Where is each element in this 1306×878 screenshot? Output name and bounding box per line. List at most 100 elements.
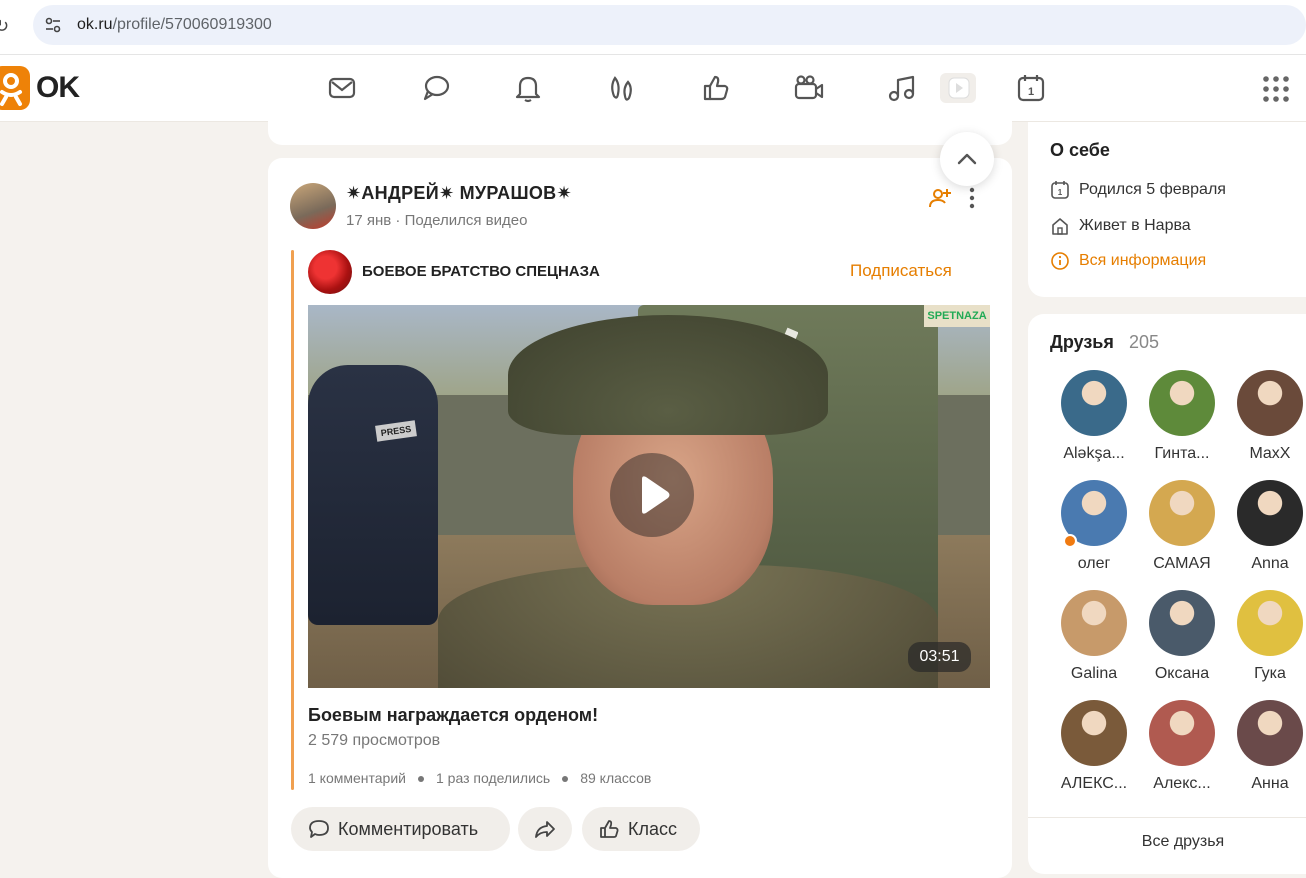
friend-item[interactable]: САМАЯ xyxy=(1138,480,1226,580)
friend-avatar[interactable] xyxy=(1061,590,1127,656)
ok-logo-icon[interactable] xyxy=(0,66,30,110)
author-avatar[interactable] xyxy=(290,183,336,229)
friend-avatar[interactable] xyxy=(1237,480,1303,546)
all-info-label: Вся информация xyxy=(1079,252,1207,269)
likes-icon[interactable] xyxy=(700,72,732,104)
url-path: /profile/570060919300 xyxy=(112,16,272,33)
group-avatar[interactable] xyxy=(308,250,352,294)
mail-icon[interactable] xyxy=(326,72,358,104)
notifications-icon[interactable] xyxy=(512,72,544,104)
discussions-icon[interactable] xyxy=(420,72,452,104)
friend-name[interactable]: Galina xyxy=(1050,664,1138,684)
all-friends-link[interactable]: Все друзья xyxy=(1028,832,1306,852)
guests-icon[interactable] xyxy=(606,72,638,104)
calendar-icon[interactable]: 1 xyxy=(1015,72,1047,104)
browser-address-bar: ↻ ok.ru/profile/570060919300 xyxy=(0,0,1306,55)
comment-icon xyxy=(309,820,329,838)
friends-count: 205 xyxy=(1129,332,1160,352)
share-button[interactable] xyxy=(518,807,572,851)
likes-count[interactable]: 89 классов xyxy=(580,770,651,786)
friend-name[interactable]: Оксана xyxy=(1138,664,1226,684)
friend-avatar[interactable] xyxy=(1149,370,1215,436)
post-action: Поделился видео xyxy=(404,212,528,229)
friend-item[interactable]: Гинта... xyxy=(1138,370,1226,470)
friend-item[interactable]: Гука xyxy=(1226,590,1306,690)
friend-item[interactable]: Оксана xyxy=(1138,590,1226,690)
video-frame-soldier xyxy=(398,315,938,688)
site-info-icon[interactable] xyxy=(43,15,63,35)
thumbs-up-icon xyxy=(600,820,619,838)
friend-name[interactable]: Анна xyxy=(1226,774,1306,794)
video-play-icon[interactable] xyxy=(940,73,976,103)
post-stats: 1 комментарий 1 раз поделились 89 классов xyxy=(308,769,651,787)
divider xyxy=(1028,817,1306,818)
friend-name[interactable]: MaxX xyxy=(1226,444,1306,464)
shares-count[interactable]: 1 раз поделились xyxy=(436,770,550,786)
post-date[interactable]: 17 янв xyxy=(346,212,391,229)
subscribe-button[interactable]: Подписаться xyxy=(850,260,952,282)
friend-item[interactable]: Anna xyxy=(1226,480,1306,580)
group-name[interactable]: БОЕВОЕ БРАТСТВО СПЕЦНАЗА xyxy=(362,262,600,282)
soldier-helmet xyxy=(508,315,828,435)
location-text[interactable]: Живет в Нарва xyxy=(1079,215,1191,237)
friend-item[interactable]: АЛЕКС... xyxy=(1050,700,1138,800)
friends-card: Друзья 205 Aləkşa... Гинта... MaxX олег САМА… xyxy=(1028,314,1306,874)
friend-item[interactable]: Алекс... xyxy=(1138,700,1226,800)
video-views: 2 579 просмотров xyxy=(308,732,441,749)
site-header: OK 1 xyxy=(0,55,1306,122)
previous-post-card xyxy=(268,121,1012,145)
video-watermark: SPETNAZA xyxy=(924,305,990,327)
reload-icon[interactable]: ↻ xyxy=(0,12,14,40)
friend-item[interactable]: MaxX xyxy=(1226,370,1306,470)
chevron-up-icon xyxy=(957,153,977,165)
scroll-to-top-button[interactable] xyxy=(940,132,994,186)
friend-name[interactable]: САМАЯ xyxy=(1138,554,1226,574)
friend-name[interactable]: Anna xyxy=(1226,554,1306,574)
video-title[interactable]: Боевым награждается орденом! xyxy=(308,704,598,726)
friend-avatar[interactable] xyxy=(1149,590,1215,656)
friend-name[interactable]: олег xyxy=(1050,554,1138,574)
like-button[interactable]: Класс xyxy=(582,807,700,851)
friend-name[interactable]: Алекс... xyxy=(1138,774,1226,794)
about-card: О себе 1 Родился 5 февраля Живет в Нарва… xyxy=(1028,122,1306,297)
ok-logo-text[interactable]: OK xyxy=(36,71,80,105)
friend-name[interactable]: АЛЕКС... xyxy=(1050,774,1138,794)
url-text: ok.ru/profile/570060919300 xyxy=(77,15,272,35)
info-icon xyxy=(1051,252,1069,270)
friend-name[interactable]: Гука xyxy=(1226,664,1306,684)
about-title: О себе xyxy=(1050,140,1110,160)
friend-item[interactable]: олег xyxy=(1050,480,1138,580)
svg-text:1: 1 xyxy=(1028,86,1034,98)
friend-item[interactable]: Galina xyxy=(1050,590,1138,690)
comments-count[interactable]: 1 комментарий xyxy=(308,770,406,786)
more-options-icon[interactable] xyxy=(964,186,980,210)
friend-item[interactable]: Анна xyxy=(1226,700,1306,800)
friends-title[interactable]: Друзья xyxy=(1050,331,1114,353)
friend-name[interactable]: Гинта... xyxy=(1138,444,1226,464)
music-icon[interactable] xyxy=(886,72,918,104)
friend-avatar[interactable] xyxy=(1149,700,1215,766)
friend-avatar[interactable] xyxy=(1149,480,1215,546)
friend-name[interactable]: Aləkşa... xyxy=(1050,444,1138,464)
url-field[interactable]: ok.ru/profile/570060919300 xyxy=(33,5,1306,45)
apps-grid-icon[interactable] xyxy=(1262,75,1290,103)
post-author-name[interactable]: ✷АНДРЕЙ✷ МУРАШОВ✷ xyxy=(346,182,572,204)
video-player[interactable]: PRESS SPETNAZA 03:51 xyxy=(308,305,990,688)
online-indicator xyxy=(1063,534,1077,548)
birthday-text: Родился 5 февраля xyxy=(1079,181,1226,198)
svg-text:1: 1 xyxy=(1058,188,1063,197)
calendar-icon: 1 xyxy=(1051,181,1069,199)
friend-avatar[interactable] xyxy=(1237,370,1303,436)
video-camera-icon[interactable] xyxy=(793,72,825,104)
friend-avatar[interactable] xyxy=(1061,370,1127,436)
friend-avatar[interactable] xyxy=(1237,590,1303,656)
url-host: ok.ru xyxy=(77,16,113,33)
meta-separator: · xyxy=(395,212,405,229)
add-friend-icon[interactable] xyxy=(928,186,952,210)
play-button[interactable] xyxy=(610,453,694,537)
comment-button[interactable]: Комментировать xyxy=(291,807,510,851)
friend-avatar[interactable] xyxy=(1237,700,1303,766)
friend-avatar[interactable] xyxy=(1061,700,1127,766)
friend-item[interactable]: Aləkşa... xyxy=(1050,370,1138,470)
stats-separator xyxy=(562,776,569,783)
